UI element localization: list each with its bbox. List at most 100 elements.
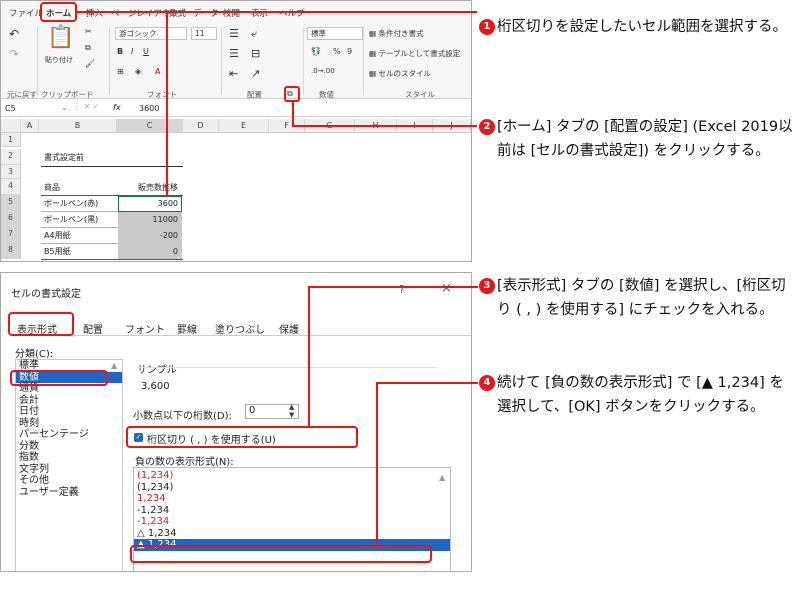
format-painter-icon[interactable]: 🖌 bbox=[85, 59, 95, 68]
underline-button[interactable]: U bbox=[143, 47, 149, 56]
category-item[interactable]: 日付 bbox=[16, 406, 122, 418]
highlight-separator-check bbox=[126, 426, 358, 448]
tab-protection[interactable]: 保護 bbox=[279, 321, 299, 336]
currency-icon[interactable]: 💱 bbox=[311, 47, 321, 56]
tab-help[interactable]: ヘルプ bbox=[279, 7, 305, 19]
qty-cell[interactable]: 3600 bbox=[121, 197, 181, 211]
negative-format-item[interactable]: -1,234 bbox=[134, 516, 450, 528]
negative-format-item[interactable]: (1,234) bbox=[134, 470, 450, 482]
cut-icon[interactable]: ✂ bbox=[85, 27, 92, 36]
row-header[interactable]: 1 bbox=[1, 133, 21, 147]
step-badge: 2 bbox=[479, 119, 495, 135]
category-item[interactable]: 時刻 bbox=[16, 418, 122, 430]
product-cell[interactable]: ボールペン(赤) bbox=[41, 197, 101, 211]
format-as-table-button[interactable]: ▦ テーブルとして書式設定 bbox=[369, 48, 460, 59]
tab-review[interactable]: 校閲 bbox=[223, 7, 240, 19]
percent-button[interactable]: % bbox=[333, 47, 341, 56]
column-header[interactable]: C bbox=[117, 119, 183, 133]
category-item[interactable]: ユーザー定義 bbox=[16, 487, 122, 499]
align-left-icon[interactable]: ☰ bbox=[229, 47, 239, 60]
scroll-up-icon[interactable]: ▲ bbox=[439, 473, 445, 482]
row-header[interactable]: 5 bbox=[1, 195, 21, 211]
tab-file[interactable]: ファイル bbox=[9, 7, 43, 19]
tab-insert[interactable]: 挿入 bbox=[86, 7, 103, 19]
product-cell[interactable]: B5用紙 bbox=[41, 245, 74, 259]
indent-icon[interactable]: ⇤ bbox=[229, 67, 238, 80]
row-header[interactable]: 4 bbox=[1, 179, 21, 195]
highlight-home-tab bbox=[40, 2, 77, 22]
qty-cell[interactable]: 0 bbox=[121, 245, 181, 259]
row-header[interactable]: 3 bbox=[1, 165, 21, 179]
category-list[interactable]: 標準 数値 通貨 会計 日付 時刻 パーセンテージ 分数 指数 文字列 その他 … bbox=[15, 359, 123, 571]
formula-bar-buttons-icon[interactable]: ⋮ ✕ ✓ bbox=[73, 102, 100, 111]
row-divider bbox=[41, 243, 118, 244]
qty-cell[interactable]: 11000 bbox=[121, 213, 181, 227]
column-header[interactable]: A bbox=[21, 119, 39, 133]
product-cell[interactable]: A4用紙 bbox=[41, 229, 74, 243]
category-item[interactable]: 指数 bbox=[16, 452, 122, 464]
tab-font[interactable]: フォント bbox=[125, 321, 165, 336]
chevron-down-icon[interactable]: ⌄ bbox=[61, 103, 68, 112]
column-header[interactable]: D bbox=[183, 119, 219, 133]
number-format-select[interactable]: 標準 bbox=[307, 27, 363, 40]
wrap-text-icon[interactable]: ⤶ bbox=[251, 27, 257, 41]
tab-view[interactable]: 表示 bbox=[251, 7, 268, 19]
close-button[interactable]: × bbox=[441, 281, 452, 296]
font-color-icon[interactable]: A bbox=[155, 67, 160, 76]
category-item[interactable]: 分数 bbox=[16, 441, 122, 453]
undo-icon[interactable]: ↶ bbox=[9, 27, 19, 41]
cell-styles-label: セルのスタイル bbox=[378, 69, 431, 78]
orientation-icon[interactable]: ↗ bbox=[251, 67, 260, 80]
name-box[interactable]: C5 bbox=[5, 104, 16, 113]
product-cell[interactable]: ボールペン(黒) bbox=[41, 213, 101, 227]
header-product-cell[interactable]: 商品 bbox=[41, 181, 63, 195]
help-button[interactable]: ? bbox=[399, 283, 405, 296]
header-qty-cell[interactable]: 販売数推移 bbox=[121, 181, 181, 195]
column-header[interactable]: B bbox=[39, 119, 117, 133]
font-name-select[interactable]: 游ゴシック bbox=[115, 27, 187, 40]
negative-format-item[interactable]: -1,234 bbox=[134, 505, 450, 517]
tab-data[interactable]: データ bbox=[193, 7, 219, 19]
category-item[interactable]: パーセンテージ bbox=[16, 429, 122, 441]
row-header[interactable]: 6 bbox=[1, 211, 21, 227]
negative-format-item[interactable]: 1,234 bbox=[134, 493, 450, 505]
dialog-title: セルの書式設定 bbox=[11, 289, 81, 300]
category-item[interactable]: 会計 bbox=[16, 395, 122, 407]
select-all-corner[interactable] bbox=[1, 119, 21, 133]
category-item[interactable]: その他 bbox=[16, 475, 122, 487]
bold-button[interactable]: B bbox=[117, 47, 123, 56]
tab-formulas[interactable]: 数式 bbox=[169, 7, 186, 19]
border-icon[interactable]: ⊞ bbox=[117, 67, 124, 76]
decimals-spinner-icon[interactable]: ▲ ▼ bbox=[289, 403, 294, 419]
increase-decimal-icon[interactable]: .0→.00 bbox=[311, 67, 335, 75]
paste-label[interactable]: 貼り付け bbox=[45, 55, 73, 65]
negative-format-item[interactable]: (1,234) bbox=[134, 482, 450, 494]
font-size-select[interactable]: 11 bbox=[191, 27, 217, 40]
cell-styles-button[interactable]: ▦ セルのスタイル bbox=[369, 68, 431, 79]
paste-icon[interactable]: 📋 bbox=[47, 25, 74, 50]
conditional-format-button[interactable]: ▦ 条件付き書式 bbox=[369, 28, 423, 39]
redo-icon[interactable]: ↷ bbox=[9, 47, 19, 61]
row-header[interactable]: 8 bbox=[1, 243, 21, 259]
column-header[interactable]: E bbox=[219, 119, 269, 133]
fx-icon[interactable]: fx bbox=[113, 103, 121, 112]
sample-value: 3,600 bbox=[141, 381, 170, 392]
row-header[interactable]: 2 bbox=[1, 149, 21, 165]
tab-alignment[interactable]: 配置 bbox=[83, 321, 103, 336]
italic-button[interactable]: I bbox=[131, 47, 133, 56]
highlight-number-category bbox=[10, 370, 108, 386]
align-top-icon[interactable]: ☰ bbox=[229, 27, 239, 40]
tab-border[interactable]: 罫線 bbox=[177, 321, 197, 336]
qty-cell[interactable]: -200 bbox=[121, 229, 181, 243]
sheet-title-cell[interactable]: 書式設定前 bbox=[41, 151, 87, 165]
fill-color-icon[interactable]: ◈ bbox=[135, 67, 141, 76]
category-item[interactable]: 文字列 bbox=[16, 464, 122, 476]
formula-input[interactable]: 3600 bbox=[139, 104, 159, 113]
copy-icon[interactable]: ⧉ bbox=[85, 43, 91, 53]
merge-cells-icon[interactable]: ⊟ bbox=[251, 47, 260, 60]
comma-style-button[interactable]: 9 bbox=[347, 47, 352, 56]
scroll-up-icon[interactable]: ▲ bbox=[111, 361, 117, 370]
tab-fill[interactable]: 塗りつぶし bbox=[215, 321, 265, 336]
negative-format-item[interactable]: △ 1,234 bbox=[134, 528, 450, 540]
row-header[interactable]: 7 bbox=[1, 227, 21, 243]
